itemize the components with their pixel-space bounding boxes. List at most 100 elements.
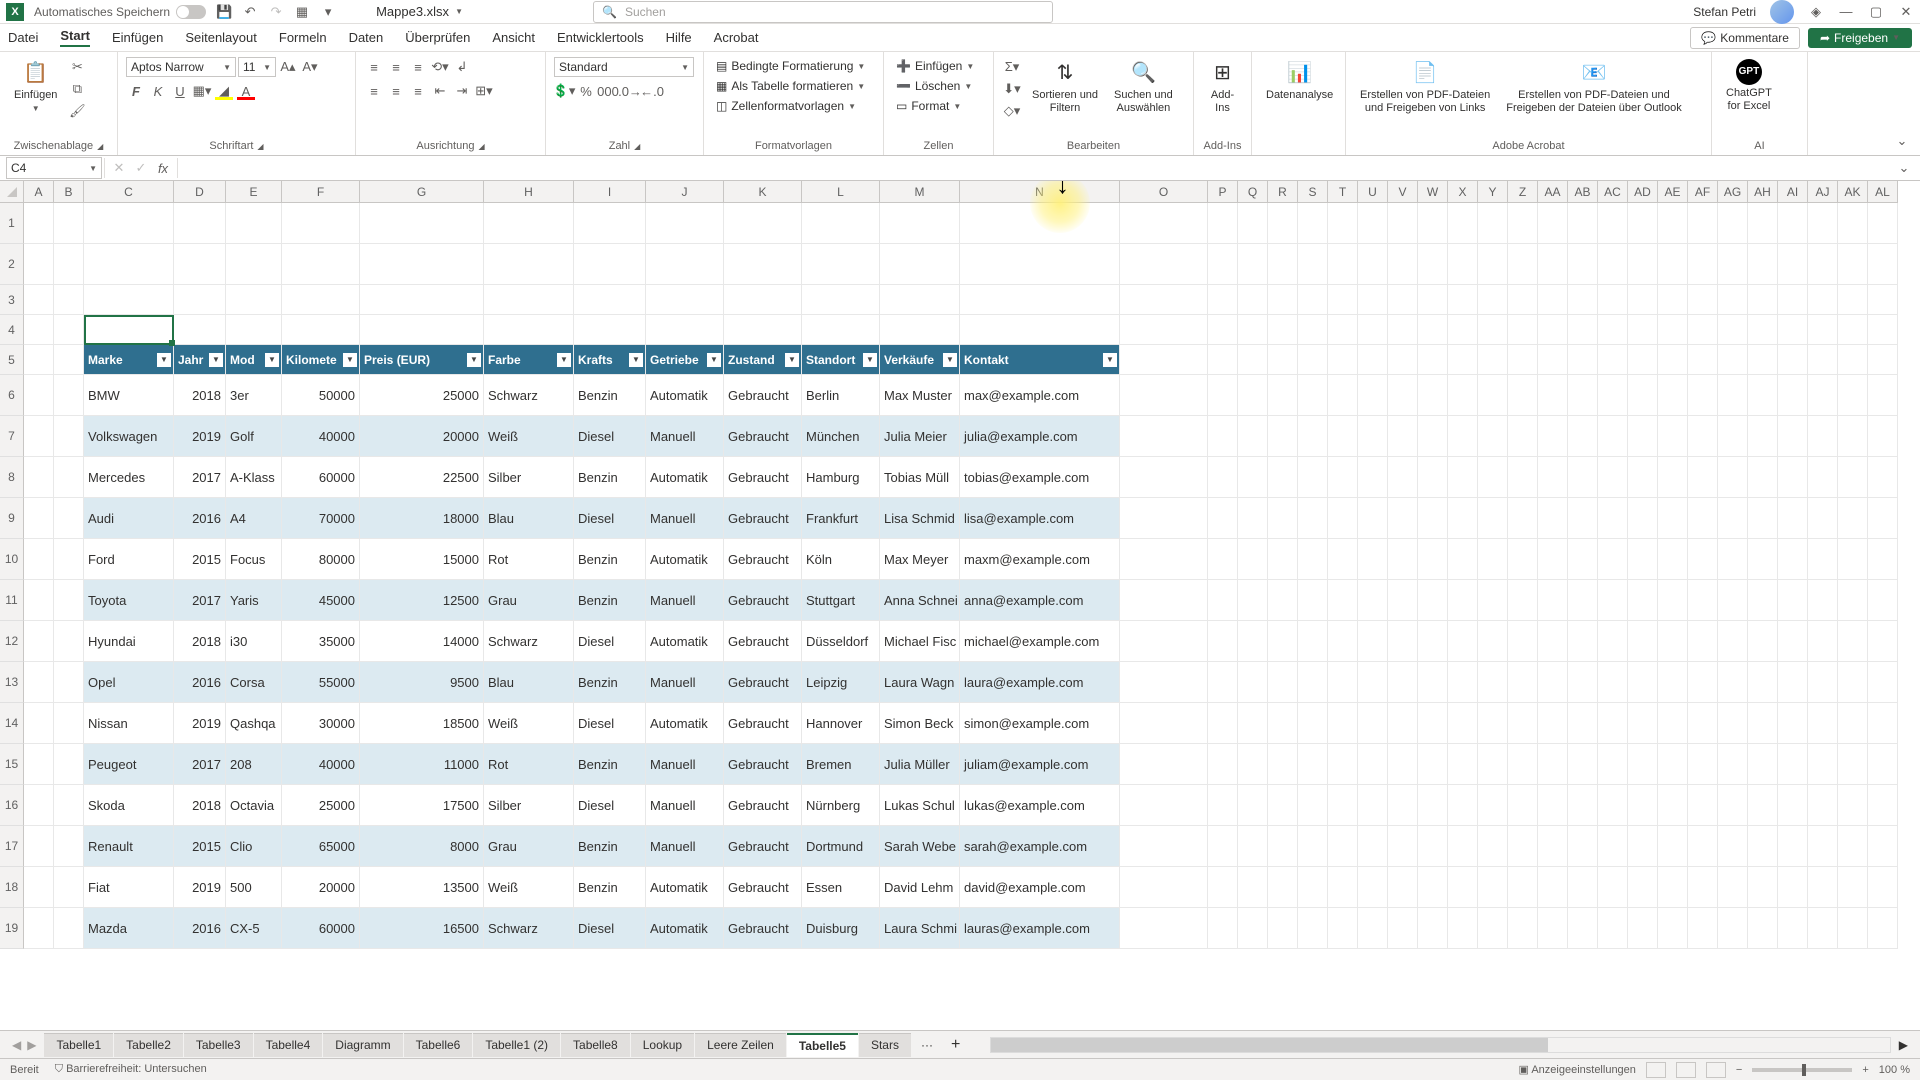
search-box[interactable]: 🔍 Suchen bbox=[593, 1, 1053, 23]
cell[interactable]: Frankfurt bbox=[802, 498, 880, 539]
cell[interactable] bbox=[1838, 744, 1868, 785]
cell[interactable] bbox=[1808, 908, 1838, 949]
col-header-E[interactable]: E bbox=[226, 181, 282, 203]
cell[interactable] bbox=[1358, 785, 1388, 826]
cell[interactable]: Lisa Schmid bbox=[880, 498, 960, 539]
cell[interactable] bbox=[1598, 203, 1628, 244]
cell[interactable]: 2019 bbox=[174, 416, 226, 457]
cell[interactable] bbox=[1388, 662, 1418, 703]
cell[interactable] bbox=[1268, 539, 1298, 580]
cell[interactable] bbox=[1208, 539, 1238, 580]
cell[interactable] bbox=[1688, 785, 1718, 826]
col-header-G[interactable]: G bbox=[360, 181, 484, 203]
cell[interactable] bbox=[1508, 785, 1538, 826]
col-header-W[interactable]: W bbox=[1418, 181, 1448, 203]
paste-button[interactable]: 📋 Einfügen ▼ bbox=[8, 57, 63, 115]
cell[interactable]: Julia Meier bbox=[880, 416, 960, 457]
cell[interactable] bbox=[1718, 826, 1748, 867]
cell[interactable]: Toyota bbox=[84, 580, 174, 621]
cell[interactable] bbox=[54, 285, 84, 315]
col-header-Y[interactable]: Y bbox=[1478, 181, 1508, 203]
cell[interactable] bbox=[1538, 539, 1568, 580]
cell[interactable]: 15000 bbox=[360, 539, 484, 580]
row-header-4[interactable]: 4 bbox=[0, 315, 24, 345]
cell[interactable] bbox=[360, 244, 484, 285]
row-header-3[interactable]: 3 bbox=[0, 285, 24, 315]
cell[interactable] bbox=[1598, 703, 1628, 744]
cell[interactable] bbox=[1808, 621, 1838, 662]
cell[interactable] bbox=[1298, 662, 1328, 703]
cell[interactable] bbox=[1388, 345, 1418, 375]
cell[interactable] bbox=[1358, 662, 1388, 703]
cell[interactable] bbox=[84, 244, 174, 285]
cell[interactable]: A4 bbox=[226, 498, 282, 539]
cell[interactable] bbox=[1328, 703, 1358, 744]
cell[interactable] bbox=[1778, 345, 1808, 375]
cell[interactable]: Gebraucht bbox=[724, 580, 802, 621]
col-header-AG[interactable]: AG bbox=[1718, 181, 1748, 203]
sheet-tab-stars[interactable]: Stars bbox=[859, 1033, 911, 1057]
cell[interactable] bbox=[1838, 203, 1868, 244]
cell[interactable]: Fiat bbox=[84, 867, 174, 908]
cell[interactable]: Hamburg bbox=[802, 457, 880, 498]
cell[interactable] bbox=[1208, 203, 1238, 244]
cell[interactable] bbox=[1120, 244, 1208, 285]
cell[interactable] bbox=[1418, 662, 1448, 703]
cell[interactable] bbox=[1718, 345, 1748, 375]
cell[interactable] bbox=[226, 244, 282, 285]
select-all-corner[interactable] bbox=[0, 181, 24, 203]
cell[interactable] bbox=[1778, 375, 1808, 416]
cell[interactable] bbox=[1448, 457, 1478, 498]
cell[interactable]: Gebraucht bbox=[724, 375, 802, 416]
cell[interactable] bbox=[1238, 416, 1268, 457]
cell[interactable] bbox=[1238, 744, 1268, 785]
cell[interactable] bbox=[1718, 580, 1748, 621]
col-header-R[interactable]: R bbox=[1268, 181, 1298, 203]
border-icon[interactable]: ▦▾ bbox=[192, 81, 212, 101]
row-header-8[interactable]: 8 bbox=[0, 457, 24, 498]
cell[interactable] bbox=[1688, 826, 1718, 867]
cell[interactable] bbox=[1328, 315, 1358, 345]
cell[interactable]: Silber bbox=[484, 457, 574, 498]
cell[interactable] bbox=[1628, 703, 1658, 744]
cell[interactable] bbox=[1418, 457, 1448, 498]
cell[interactable] bbox=[1208, 345, 1238, 375]
cell[interactable] bbox=[1688, 315, 1718, 345]
cell[interactable] bbox=[1868, 416, 1898, 457]
cell[interactable]: Diesel bbox=[574, 621, 646, 662]
copy-icon[interactable]: ⧉ bbox=[67, 79, 87, 99]
dialog-launcher-icon[interactable]: ◢ bbox=[634, 142, 640, 151]
cell[interactable] bbox=[1268, 498, 1298, 539]
col-header-AA[interactable]: AA bbox=[1538, 181, 1568, 203]
fill-icon[interactable]: ⬇▾ bbox=[1002, 79, 1022, 99]
col-header-AC[interactable]: AC bbox=[1598, 181, 1628, 203]
cell[interactable] bbox=[1298, 285, 1328, 315]
cell[interactable] bbox=[1298, 744, 1328, 785]
cell[interactable]: 18000 bbox=[360, 498, 484, 539]
merge-icon[interactable]: ⊞▾ bbox=[474, 81, 494, 101]
cell[interactable]: Verkäufe▼ bbox=[880, 345, 960, 375]
cell[interactable] bbox=[1388, 621, 1418, 662]
cell[interactable] bbox=[1538, 826, 1568, 867]
cell[interactable] bbox=[1388, 867, 1418, 908]
cell[interactable]: Laura Wagn bbox=[880, 662, 960, 703]
cell[interactable] bbox=[1268, 203, 1298, 244]
formula-input[interactable] bbox=[178, 157, 1894, 179]
cell[interactable]: CX-5 bbox=[226, 908, 282, 949]
cell[interactable] bbox=[1808, 703, 1838, 744]
cell[interactable]: i30 bbox=[226, 621, 282, 662]
cell[interactable]: Köln bbox=[802, 539, 880, 580]
expand-formula-icon[interactable]: ⌄ bbox=[1894, 158, 1914, 178]
cell[interactable] bbox=[1508, 203, 1538, 244]
cell[interactable] bbox=[1120, 203, 1208, 244]
cell[interactable] bbox=[1448, 375, 1478, 416]
cell[interactable]: München bbox=[802, 416, 880, 457]
cell[interactable] bbox=[1418, 539, 1448, 580]
cell[interactable] bbox=[1120, 580, 1208, 621]
cell[interactable] bbox=[1808, 416, 1838, 457]
cell[interactable] bbox=[360, 315, 484, 345]
cell[interactable] bbox=[1568, 457, 1598, 498]
cell[interactable] bbox=[1808, 580, 1838, 621]
col-header-M[interactable]: M bbox=[880, 181, 960, 203]
cell[interactable] bbox=[1448, 203, 1478, 244]
